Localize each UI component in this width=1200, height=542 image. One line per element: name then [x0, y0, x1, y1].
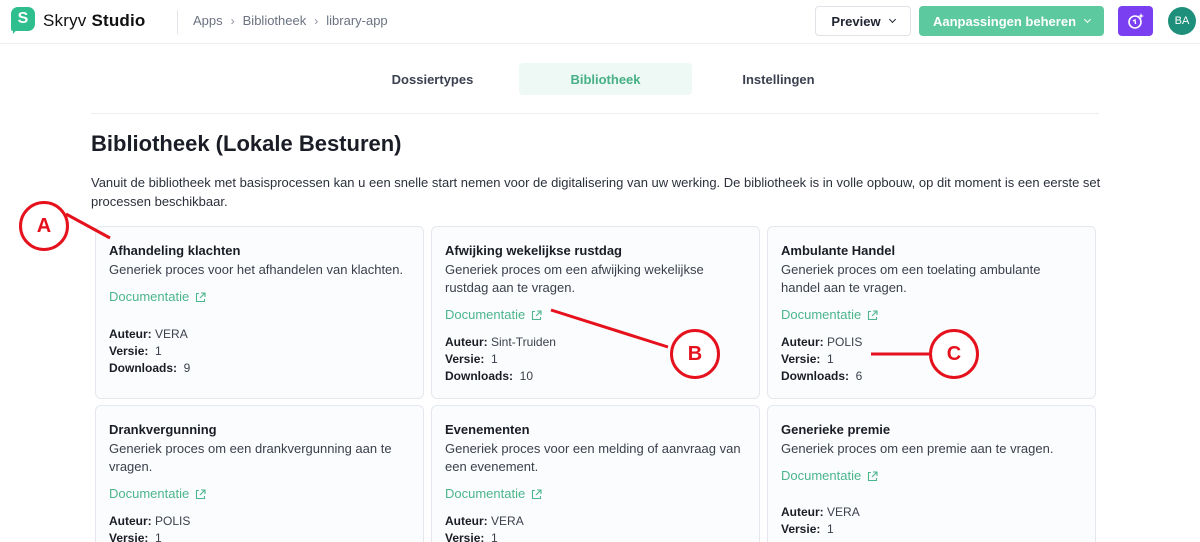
annotation-badge-c: C [929, 329, 979, 379]
annotation-lines [65, 212, 929, 356]
annotation-line-a [65, 212, 111, 240]
annotation-badge-b: B [670, 329, 720, 379]
annotation-badge-a: A [19, 201, 69, 251]
annotation-line-b [550, 308, 669, 349]
